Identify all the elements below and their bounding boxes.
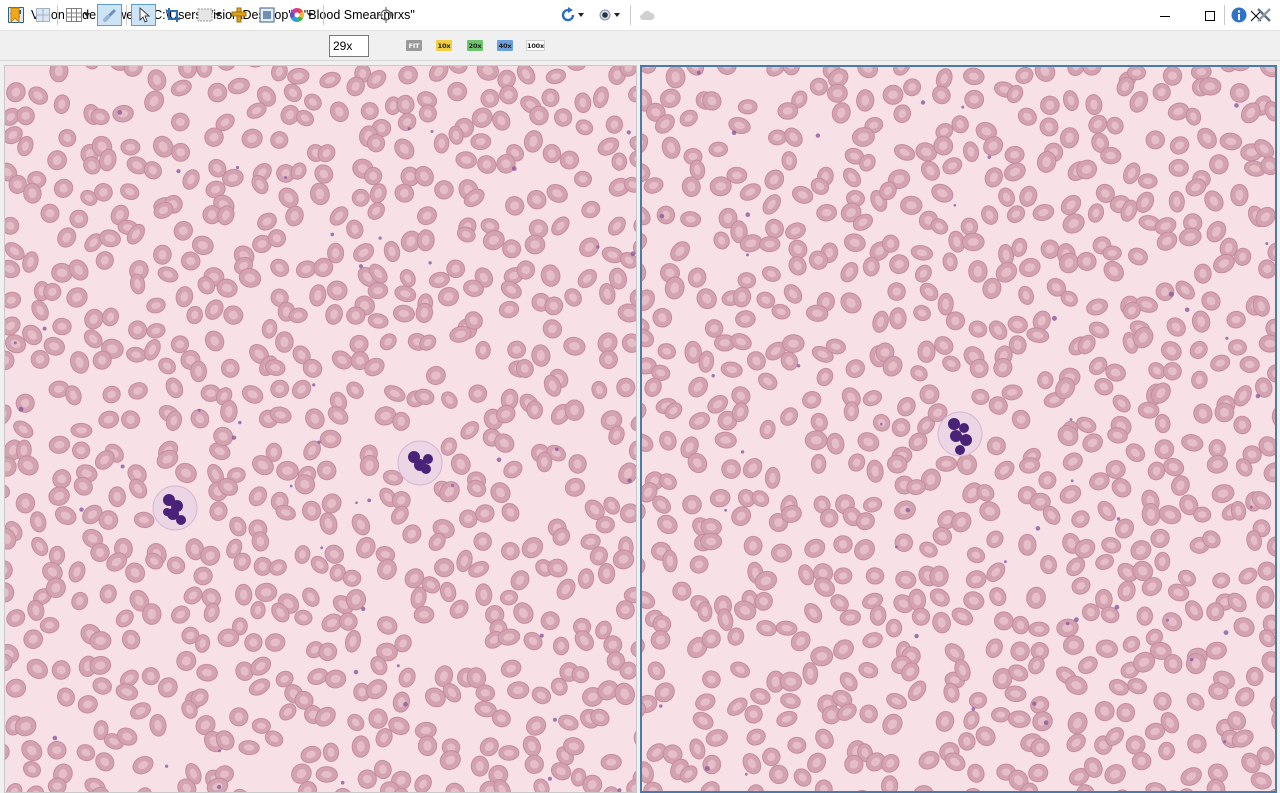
image-export-icon <box>259 7 275 23</box>
chevron-down-icon <box>83 13 90 17</box>
tools-button[interactable] <box>1254 4 1274 26</box>
chevron-down-icon <box>578 13 584 17</box>
image-export-button[interactable] <box>257 4 277 26</box>
toolbar <box>0 31 1280 61</box>
grid-layout-dropdown[interactable] <box>62 4 93 26</box>
split-view-icon <box>36 8 50 22</box>
zoom-40x-button[interactable]: 40x <box>497 40 513 51</box>
left-slide-view[interactable] <box>4 65 637 793</box>
fit-zoom-button[interactable]: FIT <box>406 40 422 51</box>
split-view-button[interactable] <box>33 4 53 26</box>
select-pointer-button[interactable] <box>131 4 156 26</box>
crop-button[interactable] <box>162 4 184 26</box>
info-button[interactable] <box>1229 4 1249 26</box>
right-slide-view[interactable] <box>640 65 1277 793</box>
rotate-icon <box>561 7 575 22</box>
link-icon <box>102 9 115 22</box>
zoom-level-field[interactable]: 29x <box>329 35 369 57</box>
annotation-dropdown[interactable] <box>192 4 226 26</box>
crop-icon <box>166 8 180 22</box>
chevron-down-icon <box>614 13 620 17</box>
tools-icon <box>1257 8 1271 22</box>
rectangle-annotation-icon <box>197 8 213 22</box>
maximize-button[interactable] <box>1187 0 1233 31</box>
grid-icon <box>65 8 82 22</box>
minimize-button[interactable] <box>1142 0 1188 31</box>
zoom-20x-button[interactable]: 20x <box>467 40 483 51</box>
chevron-down-icon <box>215 13 221 17</box>
brightness-icon <box>599 9 611 21</box>
center-view-button[interactable] <box>376 4 396 26</box>
measure-icon <box>231 7 247 23</box>
bookmark-icon <box>10 7 20 23</box>
color-adjust-dropdown[interactable] <box>285 4 317 26</box>
minimize-icon <box>1160 15 1170 17</box>
brightness-dropdown[interactable] <box>594 4 624 26</box>
zoom-100x-button[interactable]: 100x <box>526 40 545 51</box>
color-wheel-icon <box>290 8 304 22</box>
blood-smear-image-right <box>642 67 1275 791</box>
zoom-10x-button[interactable]: 10x <box>436 40 452 51</box>
bookmark-button[interactable] <box>6 4 24 26</box>
measure-button[interactable] <box>229 4 249 26</box>
info-icon <box>1231 7 1247 23</box>
cloud-icon <box>640 10 655 20</box>
select-pointer-icon <box>139 7 150 23</box>
blood-smear-image-left <box>5 66 636 792</box>
cloud-button[interactable] <box>637 4 657 26</box>
center-target-icon <box>378 7 394 23</box>
chevron-down-icon <box>307 13 313 17</box>
maximize-icon <box>1205 10 1215 21</box>
rotate-dropdown[interactable] <box>556 4 588 26</box>
link-views-button[interactable] <box>97 4 122 26</box>
